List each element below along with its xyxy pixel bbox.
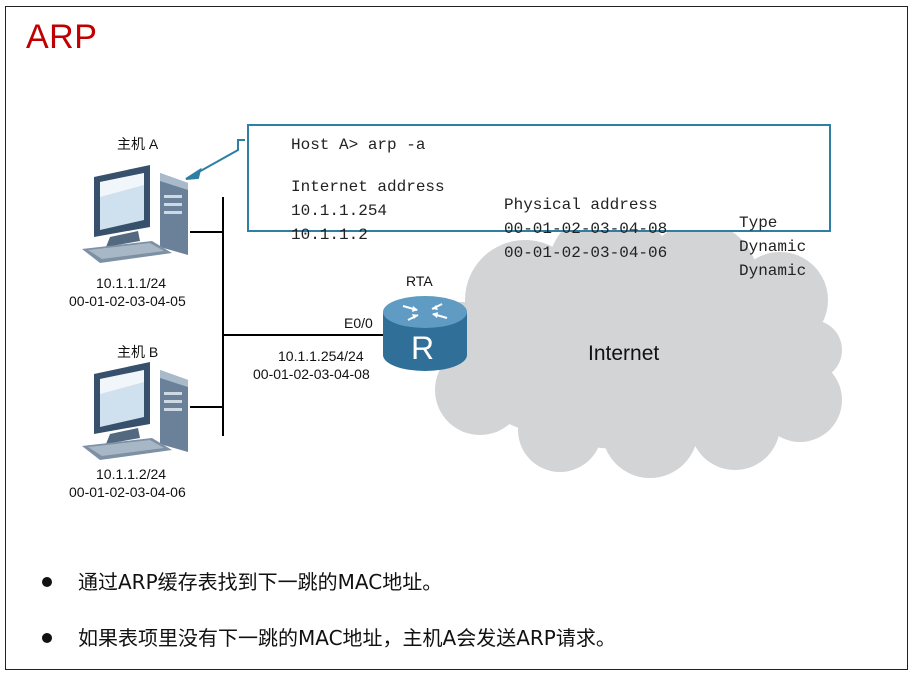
arp-cell-mac: 00-01-02-03-04-06 — [504, 244, 668, 262]
host-b-ip: 10.1.1.2/24 — [96, 466, 167, 482]
arp-header-type: Type — [739, 214, 778, 232]
router-ip: 10.1.1.254/24 — [278, 348, 364, 364]
arp-header-mac: Physical address — [504, 196, 658, 214]
arp-row: 10.1.1.2 00-01-02-03-04-06 Dynamic — [291, 208, 806, 298]
arp-cell-ip: 10.1.1.2 — [291, 226, 368, 244]
bullet-item: 如果表项里没有下一跳的MAC地址，主机A会发送ARP请求。 — [42, 622, 616, 651]
internet-label: Internet — [588, 342, 660, 365]
bullet-text: 如果表项里没有下一跳的MAC地址，主机A会发送ARP请求。 — [78, 626, 616, 650]
arp-command: Host A> arp -a — [291, 136, 426, 154]
computer-a-icon — [82, 165, 188, 263]
bullet-item: 通过ARP缓存表找到下一跳的MAC地址。 — [42, 566, 442, 595]
host-b-mac: 00-01-02-03-04-06 — [69, 484, 186, 500]
callout-arrow — [185, 139, 245, 180]
bullet-dot-icon — [42, 576, 52, 587]
arp-cell-type: Dynamic — [739, 238, 807, 256]
arp-cell-type: Dynamic — [739, 262, 807, 280]
host-a-name: 主机 A — [117, 136, 159, 152]
router-mac: 00-01-02-03-04-08 — [253, 366, 370, 382]
arp-cache-box: Host A> arp -a Internet address Physical… — [247, 124, 831, 280]
arp-cell-mac: 00-01-02-03-04-08 — [504, 220, 668, 238]
router-interface: E0/0 — [344, 315, 373, 331]
host-a-ip: 10.1.1.1/24 — [96, 275, 167, 291]
bullet-text: 通过ARP缓存表找到下一跳的MAC地址。 — [78, 570, 443, 594]
router-glyph: R — [411, 330, 435, 366]
slide-title: ARP — [26, 18, 98, 56]
router-name: RTA — [406, 273, 433, 289]
host-a-mac: 00-01-02-03-04-05 — [69, 293, 186, 309]
bullet-dot-icon — [42, 632, 52, 643]
host-b-name: 主机 B — [117, 344, 159, 360]
computer-b-icon — [82, 362, 188, 460]
